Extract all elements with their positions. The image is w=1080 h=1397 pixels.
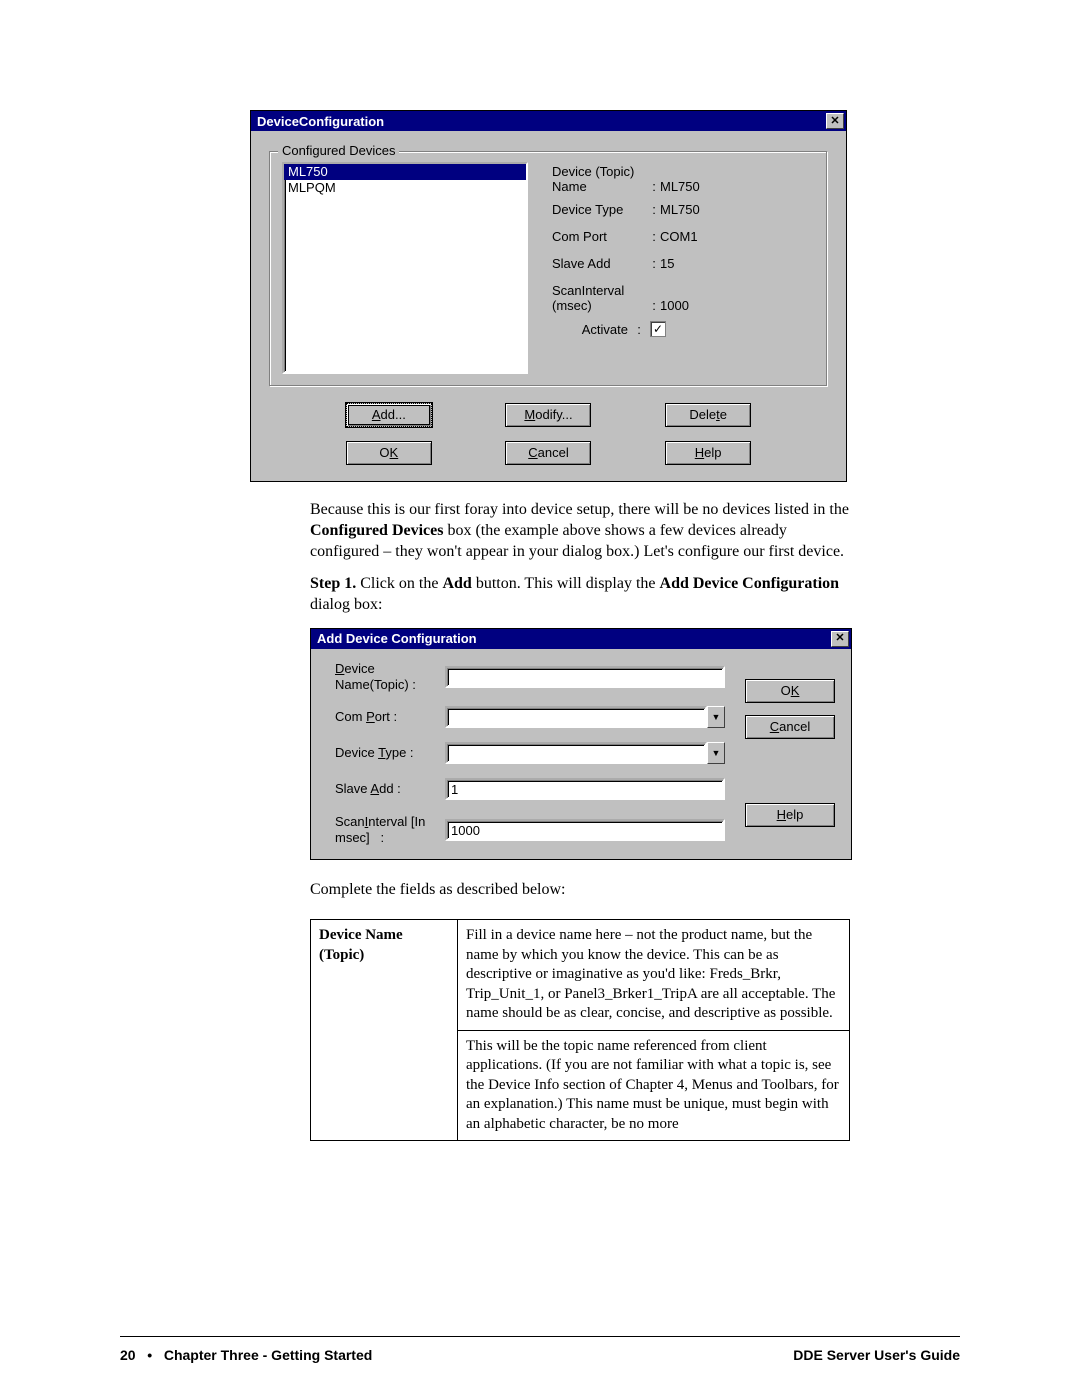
divider	[120, 1336, 960, 1337]
delete-button[interactable]: Delete	[665, 403, 751, 427]
document-page: DeviceConfiguration ✕ Configured Devices…	[0, 0, 1080, 1397]
slave-add-input[interactable]: 1	[445, 778, 725, 800]
activate-checkbox[interactable]: ✓	[650, 321, 666, 337]
page-footer: 20 • Chapter Three - Getting Started DDE…	[120, 1347, 960, 1363]
field-description-table: Device Name (Topic) Fill in a device nam…	[310, 919, 850, 1141]
add-button[interactable]: Add...	[346, 403, 432, 427]
paragraph: Because this is our first foray into dev…	[310, 500, 850, 562]
detail-label: ScanInterval (msec)	[552, 283, 648, 313]
content-column: DeviceConfiguration ✕ Configured Devices…	[250, 110, 850, 1141]
table-header-cell: Device Name (Topic)	[311, 920, 458, 1141]
table-cell: This will be the topic name referenced f…	[458, 1030, 850, 1141]
field-label: DeviceName(Topic) :	[335, 661, 445, 692]
detail-label: Device Type	[552, 202, 648, 217]
detail-label: Slave Add	[552, 256, 648, 271]
cancel-button[interactable]: Cancel	[745, 715, 835, 739]
paragraph: Step 1. Click on the Add button. This wi…	[310, 574, 850, 616]
detail-value-com: COM1	[660, 229, 720, 244]
footer-left: 20 • Chapter Three - Getting Started	[120, 1347, 372, 1363]
close-icon[interactable]: ✕	[831, 631, 849, 647]
device-listbox[interactable]: ML750 MLPQM	[282, 162, 528, 374]
detail-label: Device (Topic) Name	[552, 164, 648, 194]
field-label: Com Port :	[335, 709, 445, 725]
titlebar: DeviceConfiguration ✕	[251, 111, 846, 131]
device-configuration-dialog: DeviceConfiguration ✕ Configured Devices…	[250, 110, 847, 482]
dialog-title: Add Device Configuration	[317, 631, 477, 646]
add-device-configuration-dialog: Add Device Configuration ✕ DeviceName(To…	[310, 628, 852, 860]
field-label: Slave Add :	[335, 781, 445, 797]
table-row: Device Name (Topic) Fill in a device nam…	[311, 920, 850, 1031]
detail-value-slave: 15	[660, 256, 720, 271]
detail-value-scan: 1000	[660, 298, 720, 313]
chevron-down-icon[interactable]: ▼	[707, 742, 725, 764]
ok-button[interactable]: OK	[745, 679, 835, 703]
chevron-down-icon[interactable]: ▼	[707, 706, 725, 728]
modify-button[interactable]: Modify...	[505, 403, 591, 427]
table-cell: Fill in a device name here – not the pro…	[458, 920, 850, 1031]
device-details: Device (Topic) Name : ML750 Device Type …	[552, 162, 720, 374]
group-label: Configured Devices	[278, 143, 399, 158]
field-label: Device Type :	[335, 745, 445, 761]
dialog-title: DeviceConfiguration	[257, 114, 384, 129]
close-icon[interactable]: ✕	[826, 113, 844, 129]
help-button[interactable]: Help	[665, 441, 751, 465]
list-item[interactable]: ML750	[284, 164, 526, 180]
device-name-input[interactable]	[445, 666, 725, 688]
detail-value-type: ML750	[660, 202, 720, 217]
detail-label: Com Port	[552, 229, 648, 244]
list-item[interactable]: MLPQM	[284, 180, 526, 196]
footer-right: DDE Server User's Guide	[793, 1347, 960, 1363]
field-label: ScanInterval [Inmsec] :	[335, 814, 445, 845]
titlebar: Add Device Configuration ✕	[311, 629, 851, 649]
cancel-button[interactable]: Cancel	[505, 441, 591, 465]
paragraph: Complete the fields as described below:	[310, 880, 850, 901]
ok-button[interactable]: OK	[346, 441, 432, 465]
help-button[interactable]: Help	[745, 803, 835, 827]
detail-label: Activate	[552, 322, 628, 337]
configured-devices-group: Configured Devices ML750 MLPQM Device (T…	[269, 151, 828, 387]
detail-value-name: ML750	[660, 179, 720, 194]
com-port-combo[interactable]: ▼	[445, 706, 725, 728]
device-type-combo[interactable]: ▼	[445, 742, 725, 764]
scan-interval-input[interactable]: 1000	[445, 819, 725, 841]
